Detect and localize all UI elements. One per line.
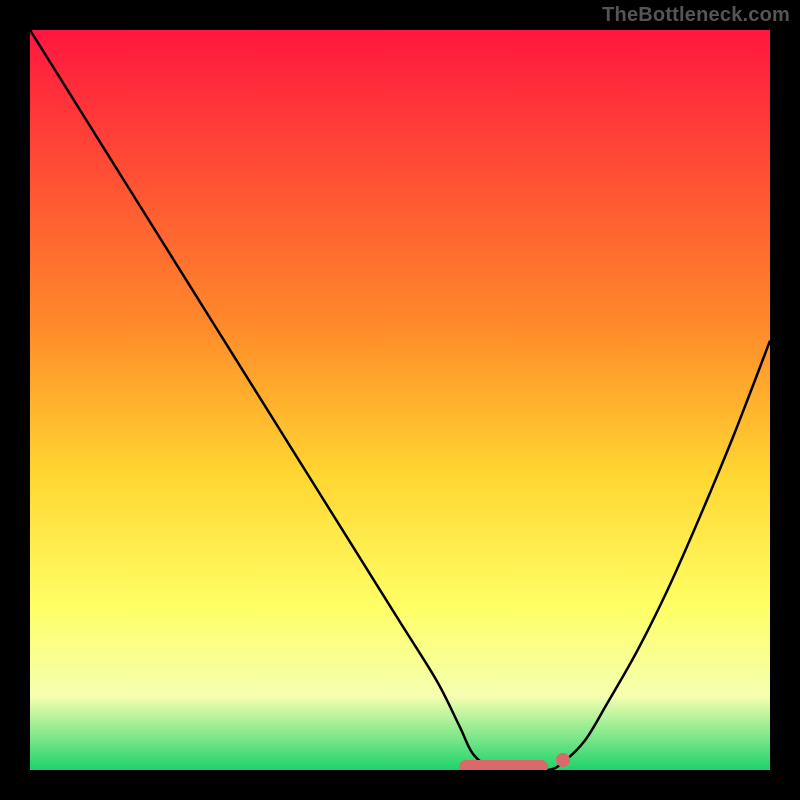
bottleneck-curve bbox=[30, 30, 770, 770]
highlight-dot bbox=[556, 753, 570, 767]
plot-area bbox=[30, 30, 770, 770]
outer-frame: TheBottleneck.com bbox=[0, 0, 800, 800]
highlight-bar bbox=[459, 760, 548, 770]
watermark-text: TheBottleneck.com bbox=[602, 4, 790, 27]
